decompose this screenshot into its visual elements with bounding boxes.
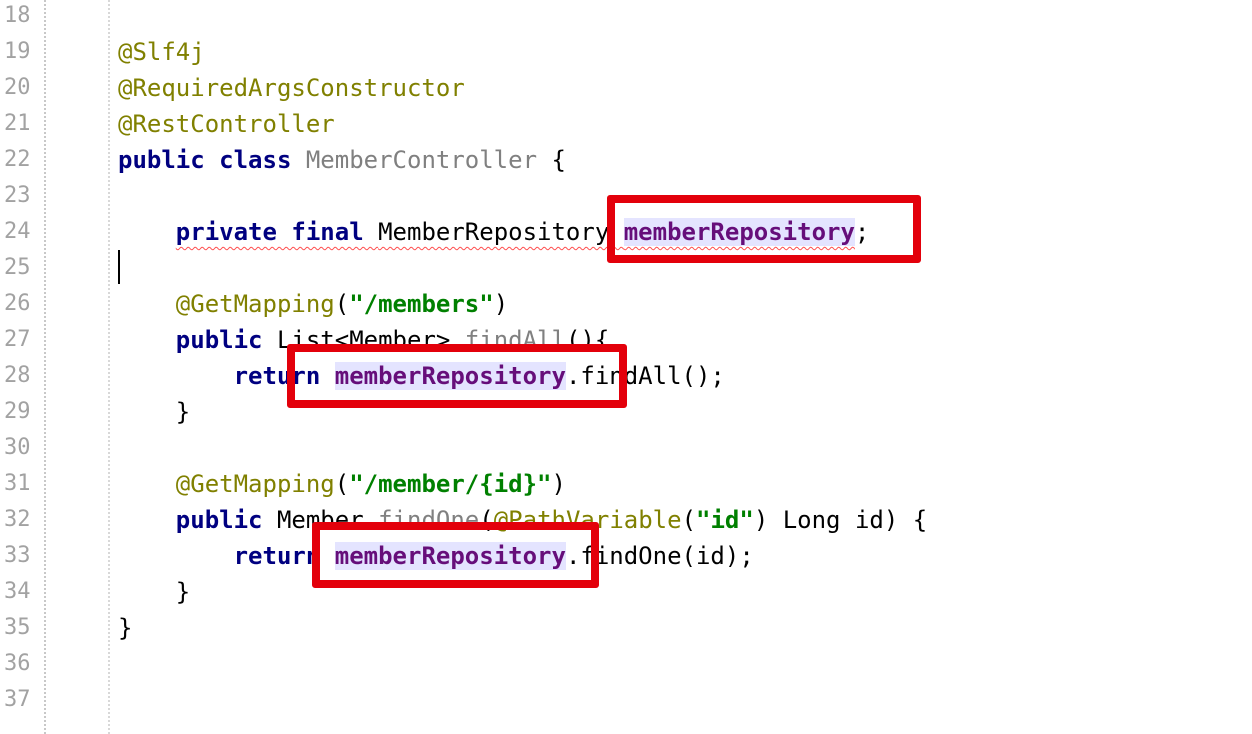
code-text: } <box>118 610 132 646</box>
line-number: 24 <box>4 219 31 244</box>
code-text: } <box>118 574 190 610</box>
code-token: } <box>118 614 133 642</box>
code-line[interactable]: 32 public Member findOne(@PathVariable("… <box>0 502 1252 538</box>
code-token: "/member/{id}" <box>349 470 552 498</box>
code-token: MemberRepository <box>378 218 624 246</box>
code-token: } <box>118 578 191 606</box>
text-caret <box>118 250 120 284</box>
code-text: public class MemberController { <box>118 142 566 178</box>
line-number: 37 <box>4 687 31 712</box>
code-line[interactable]: 21 @RestController <box>0 106 1252 142</box>
code-token: ) <box>551 470 566 498</box>
code-line[interactable]: 33 return memberRepository.findOne(id); <box>0 538 1252 574</box>
line-number: 34 <box>4 579 31 604</box>
line-number: 19 <box>4 39 31 64</box>
code-token: "id" <box>696 506 754 534</box>
code-token: ) <box>493 290 509 318</box>
code-token: ) Long id) { <box>753 506 928 534</box>
code-text: } <box>118 394 190 430</box>
line-number: 35 <box>4 615 31 640</box>
line-number: 32 <box>4 507 31 532</box>
code-text: @GetMapping("/members") <box>118 286 508 322</box>
highlight-box-field-declaration <box>607 195 921 263</box>
line-number: 22 <box>4 147 31 172</box>
line-number: 18 <box>4 3 31 28</box>
line-number: 28 <box>4 363 31 388</box>
highlight-box-findone-usage <box>312 522 599 588</box>
code-line[interactable]: 18 <box>0 0 1252 34</box>
code-text: @RestController <box>118 106 335 142</box>
code-line[interactable]: 35} <box>0 610 1252 646</box>
code-line[interactable]: 31 @GetMapping("/member/{id}") <box>0 466 1252 502</box>
code-line[interactable]: 30 <box>0 430 1252 466</box>
code-token: { <box>537 146 566 174</box>
code-line[interactable]: 36 <box>0 646 1252 682</box>
line-number: 36 <box>4 651 31 676</box>
line-number: 25 <box>4 255 31 280</box>
code-token: private final <box>175 218 379 246</box>
code-text: @Slf4j <box>118 34 205 70</box>
line-number: 26 <box>4 291 31 316</box>
code-line[interactable]: 22 public class MemberController { <box>0 142 1252 178</box>
highlight-box-findall-usage <box>287 344 627 408</box>
line-number: 27 <box>4 327 31 352</box>
line-number: 21 <box>4 111 31 136</box>
code-token: } <box>118 398 191 426</box>
line-number: 20 <box>4 75 31 100</box>
line-number: 23 <box>4 183 31 208</box>
code-token: public class <box>118 146 306 174</box>
code-line[interactable]: 20 @RequiredArgsConstructor <box>0 70 1252 106</box>
line-number: 30 <box>4 435 31 460</box>
code-token: ( <box>681 506 697 534</box>
code-line[interactable]: 34 } <box>0 574 1252 610</box>
code-line[interactable]: 19 @Slf4j <box>0 34 1252 70</box>
code-text: @RequiredArgsConstructor <box>118 70 465 106</box>
code-token: public <box>175 506 277 534</box>
code-token: public <box>175 326 277 354</box>
line-number: 31 <box>4 471 31 496</box>
code-token: "/members" <box>349 290 494 318</box>
code-line[interactable]: 37 <box>0 682 1252 718</box>
code-token: @Slf4j <box>118 38 205 66</box>
code-token: @RestController <box>118 110 335 138</box>
code-token: MemberController <box>305 146 538 174</box>
code-token: ( <box>334 290 350 318</box>
code-line[interactable]: 26 @GetMapping("/members") <box>0 286 1252 322</box>
code-token: ( <box>334 470 350 498</box>
code-editor[interactable]: 18 19 @Slf4j 20 @RequiredArgsConstructor 21 @R… <box>0 0 1252 734</box>
line-number: 33 <box>4 543 31 568</box>
code-token: @RequiredArgsConstructor <box>118 74 465 102</box>
code-token: @GetMapping <box>175 470 335 498</box>
line-number: 29 <box>4 399 31 424</box>
code-text: @GetMapping("/member/{id}") <box>118 466 566 502</box>
code-token: @GetMapping <box>175 290 335 318</box>
